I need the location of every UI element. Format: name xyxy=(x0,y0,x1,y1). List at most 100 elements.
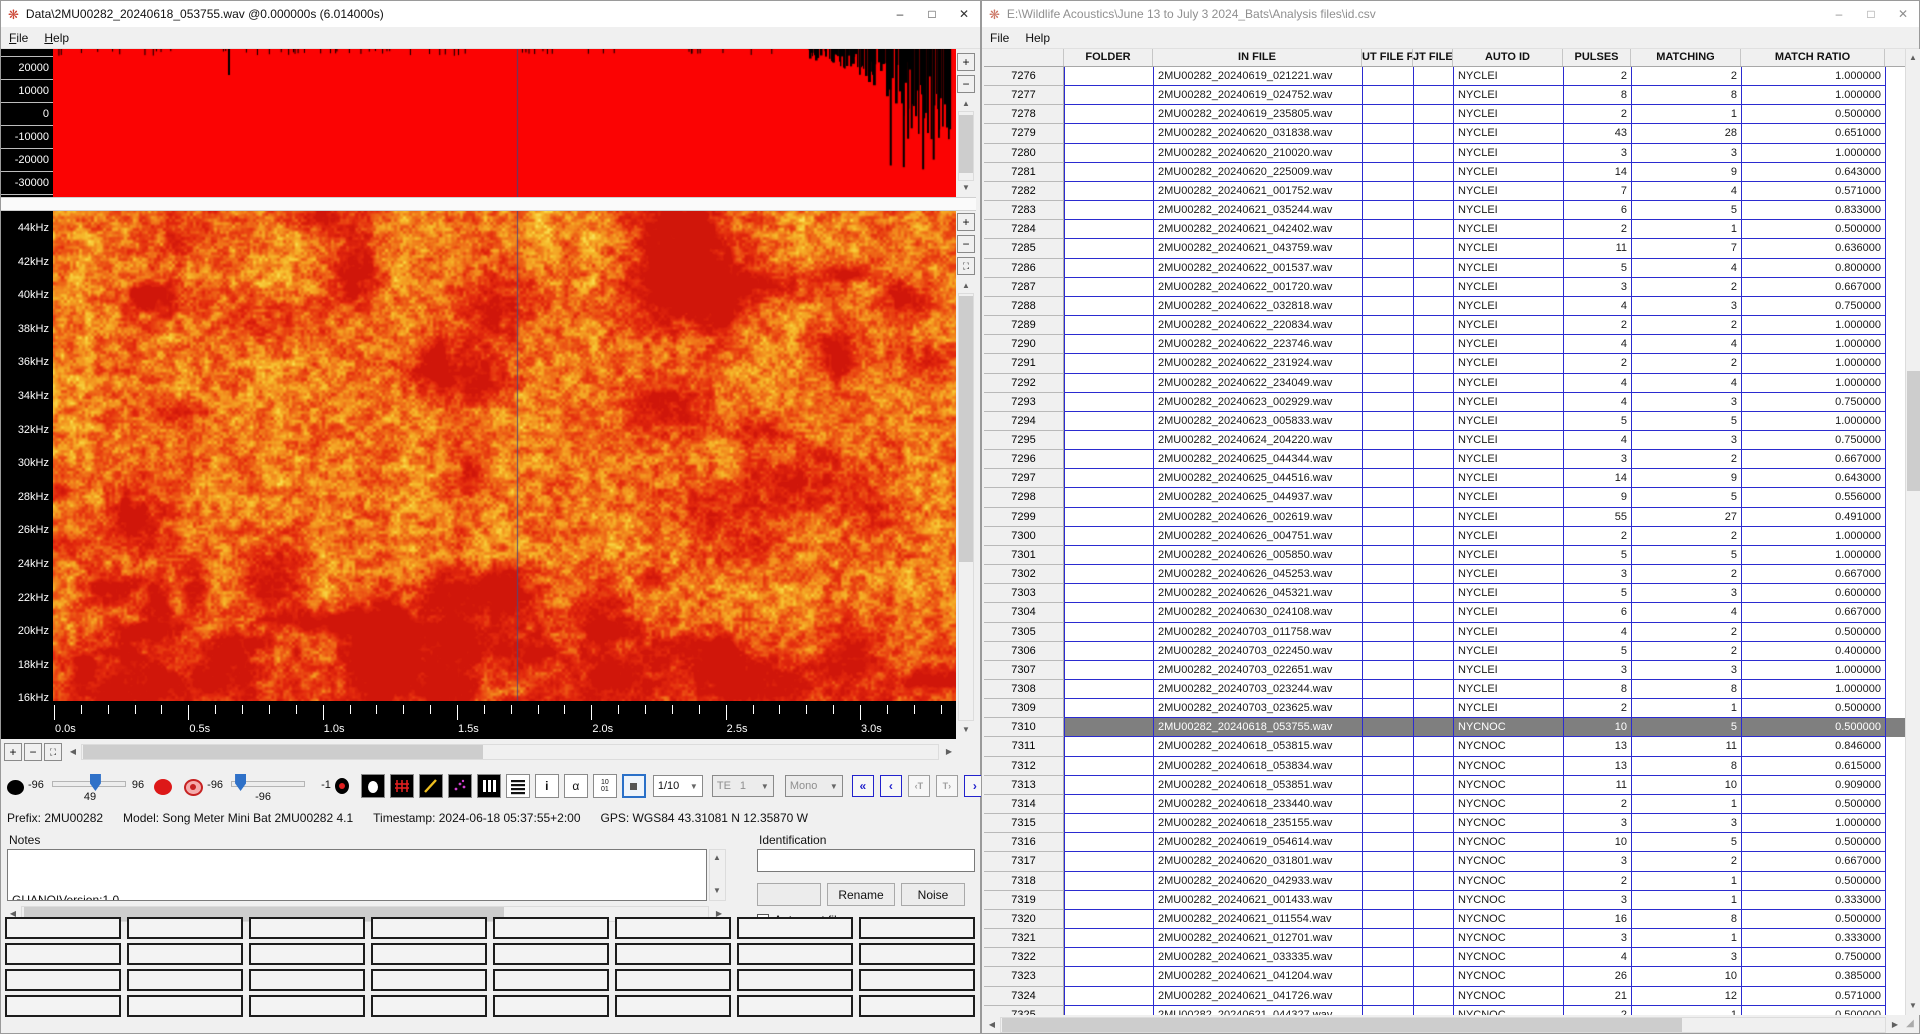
species-button[interactable] xyxy=(615,995,731,1017)
spectrogram-canvas[interactable] xyxy=(53,211,956,701)
table-row[interactable]: 73012MU00282_20240626_005850.wavNYCLEI55… xyxy=(984,546,1905,565)
table-row[interactable]: 73022MU00282_20240626_045253.wavNYCLEI32… xyxy=(984,565,1905,584)
species-button[interactable] xyxy=(249,969,365,991)
table-row[interactable]: 72892MU00282_20240622_220834.wavNYCLEI22… xyxy=(984,316,1905,335)
spectrogram-vscroll-thumb[interactable] xyxy=(959,296,973,562)
species-button[interactable] xyxy=(371,917,487,939)
species-button[interactable] xyxy=(249,995,365,1017)
table-row[interactable]: 73212MU00282_20240621_012701.wavNYCNOC31… xyxy=(984,929,1905,948)
channel-select[interactable]: Mono ▼ xyxy=(785,775,843,797)
species-button[interactable] xyxy=(5,917,121,939)
table-row[interactable]: 72842MU00282_20240621_042402.wavNYCLEI21… xyxy=(984,220,1905,239)
table-row[interactable]: 73192MU00282_20240621_001433.wavNYCNOC31… xyxy=(984,891,1905,910)
waveform-vscroll-thumb[interactable] xyxy=(959,115,973,173)
table-row[interactable]: 72782MU00282_20240619_235805.wavNYCLEI21… xyxy=(984,105,1905,124)
gain-slider[interactable]: 49 xyxy=(52,772,126,806)
table-row[interactable]: 73052MU00282_20240703_011758.wavNYCLEI42… xyxy=(984,623,1905,642)
scroll-left-icon[interactable]: ◀ xyxy=(986,1020,998,1029)
menu-help[interactable]: Help xyxy=(36,29,77,47)
column-header[interactable]: UT FILE F xyxy=(1362,49,1413,66)
notes-vscrollbar[interactable]: ▲ ▼ xyxy=(709,849,726,901)
table-row[interactable]: 72762MU00282_20240619_021221.wavNYCLEI22… xyxy=(984,67,1905,86)
column-header[interactable]: IN FILE xyxy=(1153,49,1362,66)
species-button[interactable] xyxy=(859,917,975,939)
table-row[interactable]: 73072MU00282_20240703_022651.wavNYCLEI33… xyxy=(984,661,1905,680)
next-trigger-button[interactable]: T› xyxy=(936,775,958,797)
species-button[interactable] xyxy=(615,969,731,991)
table-row[interactable]: 73222MU00282_20240621_033335.wavNYCNOC43… xyxy=(984,948,1905,967)
species-button[interactable] xyxy=(5,969,121,991)
trigger-icon[interactable] xyxy=(335,778,349,794)
table-row[interactable]: 72962MU00282_20240625_044344.wavNYCLEI32… xyxy=(984,450,1905,469)
panel-splitter[interactable] xyxy=(1,197,976,211)
table-row[interactable]: 73152MU00282_20240618_235155.wavNYCNOC33… xyxy=(984,814,1905,833)
table-row[interactable]: 72882MU00282_20240622_032818.wavNYCLEI43… xyxy=(984,297,1905,316)
table-row[interactable]: 73082MU00282_20240703_023244.wavNYCLEI88… xyxy=(984,680,1905,699)
record-icon[interactable] xyxy=(154,779,172,795)
table-row[interactable]: 73102MU00282_20240618_053755.wavNYCNOC10… xyxy=(984,718,1905,737)
table-row[interactable]: 73242MU00282_20240621_041726.wavNYCNOC21… xyxy=(984,987,1905,1006)
close-button[interactable]: ✕ xyxy=(948,2,980,26)
maximize-button[interactable]: □ xyxy=(916,2,948,26)
table-row[interactable]: 72922MU00282_20240622_234049.wavNYCLEI44… xyxy=(984,374,1905,393)
species-button[interactable] xyxy=(371,969,487,991)
table-row[interactable]: 72832MU00282_20240621_035244.wavNYCLEI65… xyxy=(984,201,1905,220)
table-row[interactable]: 73062MU00282_20240703_022450.wavNYCLEI52… xyxy=(984,642,1905,661)
alpha-icon[interactable]: α xyxy=(564,774,588,798)
scroll-up-icon[interactable]: ▲ xyxy=(958,281,974,290)
minimize-button[interactable]: – xyxy=(1823,2,1855,26)
hzoom-out-button[interactable]: − xyxy=(24,743,42,761)
table-row[interactable]: 72992MU00282_20240626_002619.wavNYCLEI55… xyxy=(984,508,1905,527)
spectrogram-fit-button[interactable]: ⛶ xyxy=(957,257,975,275)
waveform-zoom-in-button[interactable]: + xyxy=(957,53,975,71)
table-row[interactable]: 72792MU00282_20240620_031838.wavNYCLEI43… xyxy=(984,124,1905,143)
table-row[interactable]: 73032MU00282_20240626_045321.wavNYCLEI53… xyxy=(984,584,1905,603)
species-button[interactable] xyxy=(737,969,853,991)
bars-icon[interactable] xyxy=(477,774,501,798)
table-vscrollbar[interactable]: ▲ ▼ xyxy=(1905,49,1920,1015)
species-button[interactable] xyxy=(615,943,731,965)
species-button[interactable] xyxy=(127,943,243,965)
species-button[interactable] xyxy=(371,995,487,1017)
column-header[interactable]: MATCHING xyxy=(1631,49,1741,66)
scroll-up-icon[interactable]: ▲ xyxy=(709,853,725,862)
species-button[interactable] xyxy=(737,917,853,939)
species-button[interactable] xyxy=(493,969,609,991)
table-row[interactable]: 72932MU00282_20240623_002929.wavNYCLEI43… xyxy=(984,393,1905,412)
table-hscroll-thumb[interactable] xyxy=(1002,1018,1682,1032)
table-hscrollbar[interactable]: ◀ ▶ xyxy=(984,1015,1905,1033)
column-header[interactable]: AUTO ID xyxy=(1453,49,1563,66)
table-row[interactable]: 72952MU00282_20240624_204220.wavNYCLEI43… xyxy=(984,431,1905,450)
scroll-right-icon[interactable]: ▶ xyxy=(1889,1020,1901,1029)
table-row[interactable]: 73042MU00282_20240630_024108.wavNYCLEI64… xyxy=(984,603,1905,622)
binary-icon[interactable]: 1001 xyxy=(593,774,617,798)
dots-icon[interactable] xyxy=(448,774,472,798)
scroll-up-icon[interactable]: ▲ xyxy=(958,99,974,108)
minimize-button[interactable]: – xyxy=(884,2,916,26)
spectrogram-zoom-out-button[interactable]: − xyxy=(957,235,975,253)
monitor-icon[interactable] xyxy=(184,779,203,796)
gain-slider-thumb[interactable] xyxy=(90,774,101,791)
table-vscroll-thumb[interactable] xyxy=(1907,371,1920,491)
scroll-left-icon[interactable]: ◀ xyxy=(67,747,79,756)
notes-textarea[interactable]: GUANO|Version:1.0 xyxy=(7,849,707,901)
rename-button[interactable]: Rename xyxy=(827,883,895,906)
list-icon[interactable] xyxy=(506,774,530,798)
species-button[interactable] xyxy=(615,917,731,939)
identification-input[interactable] xyxy=(757,849,975,872)
species-button[interactable] xyxy=(249,943,365,965)
table-row[interactable]: 73252MU00282_20240621_044327.wavNYCNOC21… xyxy=(984,1006,1905,1015)
table-row[interactable]: 72942MU00282_20240623_005833.wavNYCLEI55… xyxy=(984,412,1905,431)
species-button[interactable] xyxy=(493,943,609,965)
spectrogram-hscroll-thumb[interactable] xyxy=(83,745,483,759)
prev-trigger-button[interactable]: ‹T xyxy=(908,775,930,797)
prev-file-button[interactable]: ‹ xyxy=(880,775,902,797)
scroll-down-icon[interactable]: ▼ xyxy=(958,183,974,192)
hzoom-fit-button[interactable]: ⛶ xyxy=(44,743,62,761)
table-row[interactable]: 72812MU00282_20240620_225009.wavNYCLEI14… xyxy=(984,163,1905,182)
menu-help[interactable]: Help xyxy=(1017,29,1058,47)
close-button[interactable]: ✕ xyxy=(1887,2,1919,26)
table-row[interactable]: 73112MU00282_20240618_053815.wavNYCNOC13… xyxy=(984,737,1905,756)
column-header[interactable]: MATCH RATIO xyxy=(1741,49,1885,66)
table-row[interactable]: 72862MU00282_20240622_001537.wavNYCLEI54… xyxy=(984,259,1905,278)
